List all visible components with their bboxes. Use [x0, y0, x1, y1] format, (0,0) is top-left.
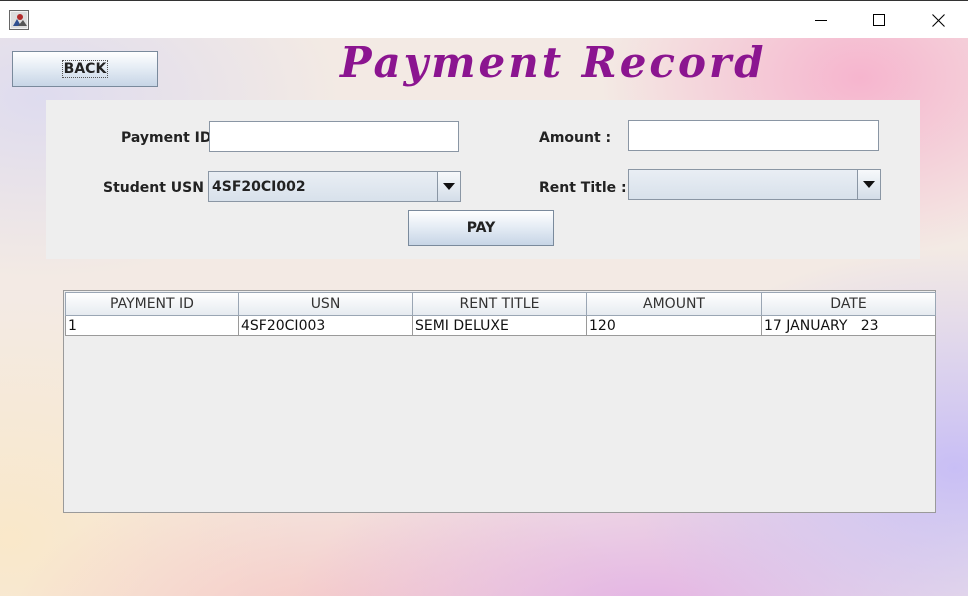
- pay-button-label: PAY: [466, 220, 496, 236]
- cell-payment-id[interactable]: 1: [65, 316, 239, 336]
- cell-rent-title[interactable]: SEMI DELUXE: [413, 316, 587, 336]
- minimize-button[interactable]: [798, 4, 844, 36]
- close-icon: [931, 13, 945, 27]
- back-button[interactable]: BACK: [12, 51, 158, 87]
- cell-amount[interactable]: 120: [587, 316, 762, 336]
- maximize-icon: [873, 14, 885, 26]
- java-app-icon: [9, 10, 29, 30]
- column-header-date[interactable]: DATE: [762, 292, 936, 316]
- cell-usn[interactable]: 4SF20CI003: [239, 316, 413, 336]
- table-header: PAYMENT ID USN RENT TITLE AMOUNT DATE: [65, 292, 936, 316]
- main-content: BACK Payment Record Payment ID : Amount …: [0, 38, 968, 596]
- student-usn-dropdown[interactable]: 4SF20CI002: [208, 171, 461, 202]
- maximize-button[interactable]: [856, 4, 902, 36]
- column-header-usn[interactable]: USN: [239, 292, 413, 316]
- amount-field[interactable]: [628, 120, 879, 151]
- payment-id-label: Payment ID :: [121, 130, 222, 146]
- column-header-rent-title[interactable]: RENT TITLE: [413, 292, 587, 316]
- payment-table[interactable]: PAYMENT ID USN RENT TITLE AMOUNT DATE 1 …: [63, 290, 936, 513]
- column-header-amount[interactable]: AMOUNT: [587, 292, 762, 316]
- page-title: Payment Record: [340, 38, 767, 87]
- dropdown-arrow-button[interactable]: [857, 170, 880, 199]
- column-header-payment-id[interactable]: PAYMENT ID: [65, 292, 239, 316]
- close-button[interactable]: [915, 4, 961, 36]
- back-button-label: BACK: [61, 60, 109, 78]
- student-usn-selected: 4SF20CI002: [212, 178, 306, 195]
- chevron-down-icon: [863, 181, 875, 188]
- dropdown-arrow-button[interactable]: [437, 172, 460, 201]
- rent-title-label: Rent Title :: [539, 180, 627, 196]
- window-titlebar: [0, 0, 968, 39]
- table-row[interactable]: 1 4SF20CI003 SEMI DELUXE 120 17 JANUARY …: [65, 316, 936, 336]
- minimize-icon: [815, 20, 827, 21]
- payment-id-field[interactable]: [209, 121, 459, 152]
- student-usn-label: Student USN :: [103, 180, 215, 196]
- chevron-down-icon: [443, 183, 455, 190]
- amount-label: Amount :: [539, 130, 612, 146]
- pay-button[interactable]: PAY: [408, 210, 554, 246]
- cell-date[interactable]: 17 JANUARY 23: [762, 316, 936, 336]
- rent-title-dropdown[interactable]: [628, 169, 881, 200]
